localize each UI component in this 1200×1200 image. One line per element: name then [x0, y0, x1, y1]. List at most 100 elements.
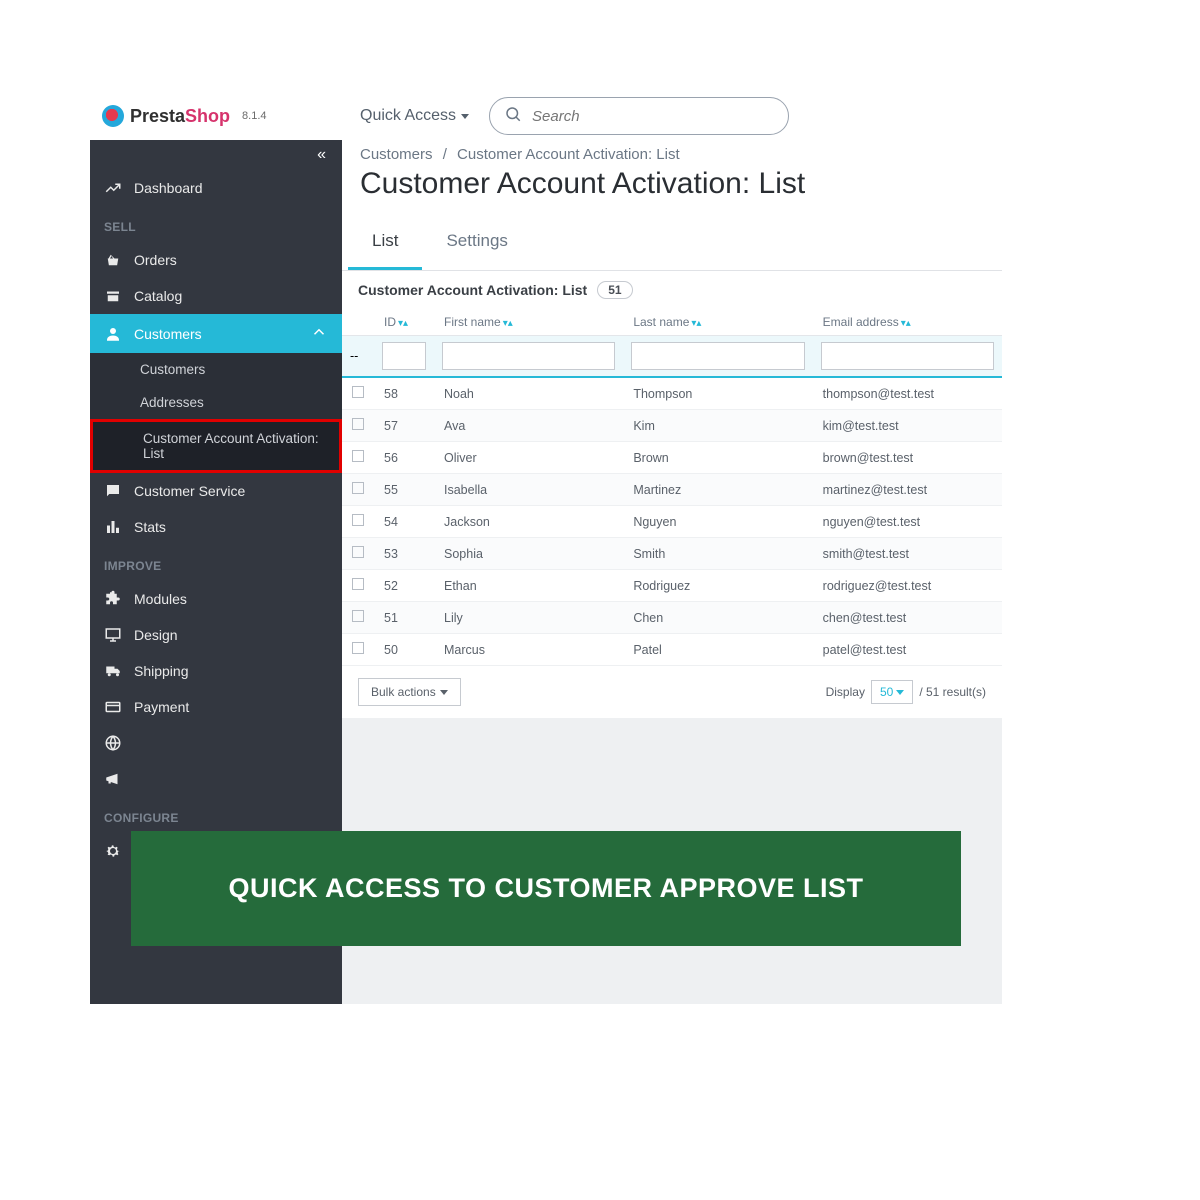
sidebar-subitem-addresses[interactable]: Addresses [90, 386, 342, 419]
credit-card-icon [104, 698, 122, 716]
brand-version: 8.1.4 [242, 110, 266, 122]
display-select[interactable]: 50 [871, 680, 913, 704]
cell-email: nguyen@test.test [813, 506, 1002, 538]
table-row[interactable]: 55IsabellaMartinezmartinez@test.test [342, 474, 1002, 506]
cell-first: Lily [434, 602, 623, 634]
col-check [342, 309, 374, 336]
cell-first: Isabella [434, 474, 623, 506]
puzzle-icon [104, 590, 122, 608]
globe-icon [104, 734, 122, 752]
row-checkbox[interactable] [352, 482, 364, 494]
sidebar-item-catalog[interactable]: Catalog [90, 278, 342, 314]
cell-email: kim@test.test [813, 410, 1002, 442]
cell-email: rodriguez@test.test [813, 570, 1002, 602]
sidebar-section-improve: IMPROVE [90, 545, 342, 581]
cell-last: Brown [623, 442, 812, 474]
table-row[interactable]: 53SophiaSmithsmith@test.test [342, 538, 1002, 570]
sidebar-item-label: Customer Service [134, 483, 245, 499]
cell-id: 51 [374, 602, 434, 634]
sidebar-subitem-customers[interactable]: Customers [90, 353, 342, 386]
sidebar-item-label: Catalog [134, 288, 182, 304]
person-icon [104, 325, 122, 343]
cell-first: Ava [434, 410, 623, 442]
sidebar-item-customer-service[interactable]: Customer Service [90, 473, 342, 509]
sidebar-item-label: Customers [134, 326, 202, 342]
filter-id-input[interactable] [382, 342, 426, 370]
trending-up-icon [104, 179, 122, 197]
sidebar-item-orders[interactable]: Orders [90, 242, 342, 278]
results-text: / 51 result(s) [919, 685, 986, 699]
row-checkbox[interactable] [352, 514, 364, 526]
sidebar-item-design[interactable]: Design [90, 617, 342, 653]
cell-last: Thompson [623, 377, 812, 410]
col-email[interactable]: Email address▾▴ [813, 309, 1002, 336]
sidebar-item-marketing[interactable] [90, 761, 342, 797]
tab-list[interactable]: List [348, 215, 422, 270]
list-panel: Customer Account Activation: List 51 ID▾… [342, 271, 1002, 718]
truck-icon [104, 662, 122, 680]
cell-last: Rodriguez [623, 570, 812, 602]
cell-email: thompson@test.test [813, 377, 1002, 410]
filter-first-input[interactable] [442, 342, 615, 370]
breadcrumb-separator: / [443, 146, 447, 163]
sidebar-item-shipping[interactable]: Shipping [90, 653, 342, 689]
col-first[interactable]: First name▾▴ [434, 309, 623, 336]
row-checkbox[interactable] [352, 578, 364, 590]
breadcrumb: Customers / Customer Account Activation:… [342, 140, 1002, 163]
row-checkbox[interactable] [352, 450, 364, 462]
cell-id: 53 [374, 538, 434, 570]
cell-last: Martinez [623, 474, 812, 506]
quick-access-dropdown[interactable]: Quick Access [360, 107, 469, 125]
table-row[interactable]: 56OliverBrownbrown@test.test [342, 442, 1002, 474]
cell-first: Noah [434, 377, 623, 410]
filter-email-input[interactable] [821, 342, 994, 370]
search-icon [504, 105, 522, 128]
sidebar-item-label: Orders [134, 252, 177, 268]
breadcrumb-item[interactable]: Customers [360, 146, 433, 163]
row-checkbox[interactable] [352, 546, 364, 558]
table-row[interactable]: 58NoahThompsonthompson@test.test [342, 377, 1002, 410]
cell-id: 55 [374, 474, 434, 506]
row-checkbox[interactable] [352, 642, 364, 654]
gear-icon [104, 842, 122, 860]
brand-name-2: Shop [185, 106, 230, 126]
table-row[interactable]: 50MarcusPatelpatel@test.test [342, 634, 1002, 666]
cell-id: 50 [374, 634, 434, 666]
row-checkbox[interactable] [352, 386, 364, 398]
table-row[interactable]: 52EthanRodriguezrodriguez@test.test [342, 570, 1002, 602]
cell-first: Oliver [434, 442, 623, 474]
caret-down-icon [896, 690, 904, 695]
chevron-up-icon [310, 323, 328, 344]
monitor-icon [104, 626, 122, 644]
sidebar-item-stats[interactable]: Stats [90, 509, 342, 545]
count-badge: 51 [597, 281, 632, 299]
sidebar-item-payment[interactable]: Payment [90, 689, 342, 725]
megaphone-icon [104, 770, 122, 788]
search-input[interactable] [532, 108, 774, 125]
tab-settings[interactable]: Settings [422, 215, 531, 270]
row-checkbox[interactable] [352, 610, 364, 622]
sort-icons: ▾▴ [691, 318, 701, 329]
table-row[interactable]: 57AvaKimkim@test.test [342, 410, 1002, 442]
search-box[interactable] [489, 97, 789, 135]
topbar: Quick Access [342, 92, 1002, 140]
sidebar-item-dashboard[interactable]: Dashboard [90, 170, 342, 206]
sidebar-item-modules[interactable]: Modules [90, 581, 342, 617]
sidebar-item-international[interactable] [90, 725, 342, 761]
collapse-sidebar-button[interactable] [90, 140, 342, 170]
col-id[interactable]: ID▾▴ [374, 309, 434, 336]
bulk-actions-button[interactable]: Bulk actions [358, 678, 461, 706]
cell-id: 56 [374, 442, 434, 474]
row-checkbox[interactable] [352, 418, 364, 430]
cell-first: Marcus [434, 634, 623, 666]
sidebar-item-customers[interactable]: Customers [90, 314, 342, 353]
col-last[interactable]: Last name▾▴ [623, 309, 812, 336]
table-row[interactable]: 54JacksonNguyennguyen@test.test [342, 506, 1002, 538]
table-row[interactable]: 51LilyChenchen@test.test [342, 602, 1002, 634]
cell-last: Chen [623, 602, 812, 634]
basket-icon [104, 251, 122, 269]
filter-last-input[interactable] [631, 342, 804, 370]
sidebar-subitem-caa[interactable]: Customer Account Activation: List [90, 419, 342, 473]
sidebar-item-label: Dashboard [134, 180, 203, 196]
sort-icons: ▾▴ [901, 318, 911, 329]
